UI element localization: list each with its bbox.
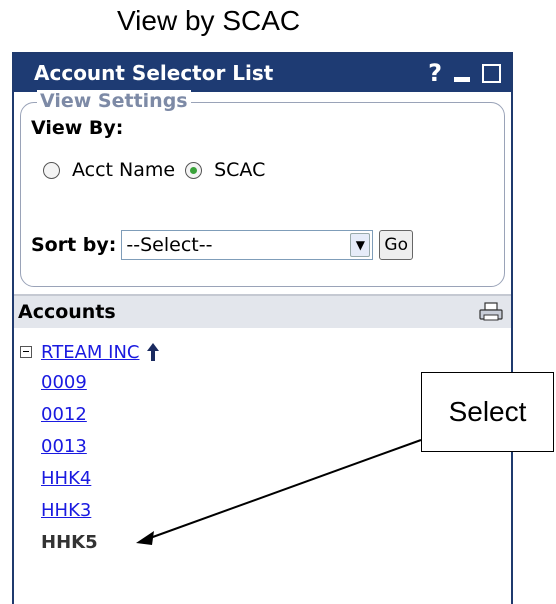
callout-arrow-icon xyxy=(136,439,422,545)
